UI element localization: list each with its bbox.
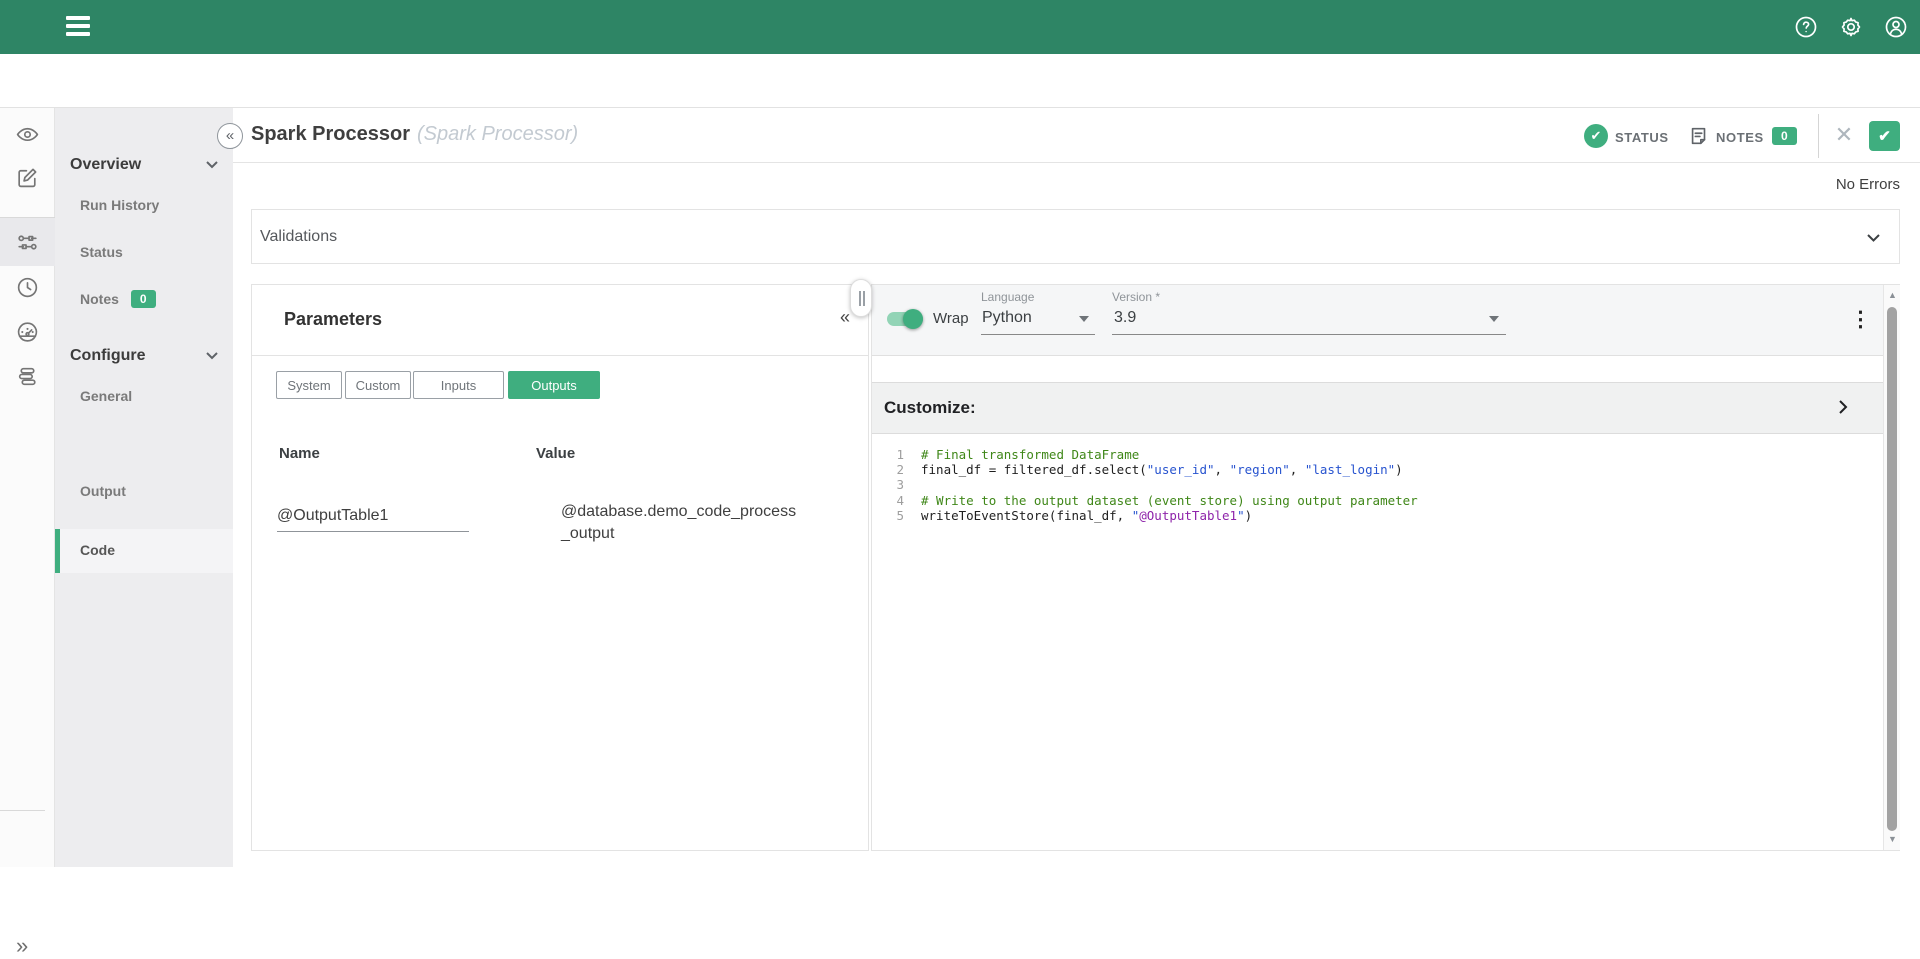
expand-sidebar-icon[interactable]: » bbox=[16, 933, 28, 959]
tab-custom[interactable]: Custom bbox=[345, 371, 411, 399]
chevron-right-icon[interactable] bbox=[1838, 399, 1848, 415]
edit-icon[interactable] bbox=[15, 165, 40, 190]
config-nav-panel: Overview Run History Status Notes0 Confi… bbox=[55, 108, 233, 867]
chevron-down-icon[interactable] bbox=[1866, 233, 1881, 243]
parameter-value: @database.demo_code_process_output bbox=[561, 501, 801, 545]
version-label: Version * bbox=[1112, 290, 1160, 304]
notes-count-badge: 0 bbox=[131, 290, 156, 308]
customize-row[interactable]: Customize: bbox=[872, 382, 1899, 434]
processor-title-placeholder: (Spark Processor) bbox=[417, 123, 578, 146]
column-header-value: Value bbox=[536, 445, 575, 462]
editor-settings-bar: Wrap Language Python Version * 3.9 ⋮ bbox=[872, 285, 1899, 356]
code-editor-panel: Wrap Language Python Version * 3.9 ⋮ Cus… bbox=[871, 284, 1900, 851]
nav-item-status[interactable]: Status bbox=[80, 244, 123, 260]
gauge-icon[interactable] bbox=[15, 319, 40, 344]
panel-splitter-handle[interactable] bbox=[850, 279, 872, 317]
settings-gear-icon[interactable] bbox=[1839, 15, 1863, 39]
chevron-down-icon[interactable] bbox=[205, 160, 219, 169]
status-label[interactable]: STATUS bbox=[1615, 130, 1669, 145]
menu-icon[interactable] bbox=[66, 16, 90, 38]
icon-rail: » bbox=[0, 108, 55, 867]
scrollbar-thumb[interactable] bbox=[1887, 307, 1897, 831]
column-header-name: Name bbox=[279, 445, 320, 462]
validations-panel[interactable]: Validations bbox=[251, 209, 1900, 264]
customize-label: Customize: bbox=[884, 398, 976, 418]
chevron-down-icon[interactable] bbox=[205, 351, 219, 360]
parameter-name-input[interactable] bbox=[277, 507, 469, 532]
parameters-header: Parameters « bbox=[252, 285, 868, 356]
nav-item-code[interactable]: Code bbox=[55, 529, 233, 573]
scroll-up-arrow-icon[interactable]: ▲ bbox=[1884, 287, 1901, 304]
back-button[interactable]: « bbox=[217, 123, 243, 149]
nav-item-run-history[interactable]: Run History bbox=[80, 197, 159, 213]
nav-item-notes[interactable]: Notes0 bbox=[80, 290, 156, 308]
validations-label: Validations bbox=[260, 228, 337, 246]
notes-header-badge: 0 bbox=[1772, 127, 1797, 145]
wrap-label: Wrap bbox=[933, 310, 969, 327]
language-underline bbox=[981, 334, 1095, 335]
no-errors-status: No Errors bbox=[1700, 176, 1900, 193]
version-select[interactable]: 3.9 bbox=[1114, 309, 1136, 327]
editor-vertical-scrollbar[interactable]: ▲ ▼ bbox=[1883, 285, 1900, 850]
view-eye-icon[interactable] bbox=[15, 122, 40, 147]
processor-title: Spark Processor bbox=[251, 123, 410, 146]
language-dropdown-arrow-icon[interactable] bbox=[1079, 316, 1089, 322]
history-clock-icon[interactable] bbox=[15, 275, 40, 300]
tab-outputs[interactable]: Outputs bbox=[508, 371, 600, 399]
nav-item-output[interactable]: Output bbox=[80, 483, 126, 499]
header-divider bbox=[1818, 114, 1819, 158]
wrap-toggle[interactable] bbox=[887, 307, 923, 331]
confirm-check-button[interactable]: ✔ bbox=[1869, 121, 1900, 151]
version-underline bbox=[1112, 334, 1506, 335]
collapse-panel-icon[interactable]: « bbox=[840, 307, 850, 328]
workflow-toolbar: Demo_Code_Process Development Workflow I… bbox=[0, 54, 1920, 108]
notes-icon bbox=[1688, 125, 1710, 147]
status-check-icon: ✔ bbox=[1584, 124, 1608, 148]
parameters-panel: Parameters « System Custom Inputs Output… bbox=[251, 284, 869, 851]
version-dropdown-arrow-icon[interactable] bbox=[1489, 316, 1499, 322]
stack-layers-icon[interactable] bbox=[15, 364, 40, 389]
notes-label[interactable]: NOTES bbox=[1716, 130, 1764, 145]
language-label: Language bbox=[981, 290, 1034, 304]
nav-item-general[interactable]: General bbox=[80, 388, 132, 404]
pipeline-icon[interactable] bbox=[15, 230, 40, 255]
account-icon[interactable] bbox=[1884, 15, 1908, 39]
app-top-bar bbox=[0, 0, 1920, 54]
close-icon[interactable]: ✕ bbox=[1832, 124, 1856, 148]
help-icon[interactable] bbox=[1794, 15, 1818, 39]
code-lines[interactable]: 1# Final transformed DataFrame2final_df … bbox=[872, 434, 1882, 850]
tab-inputs[interactable]: Inputs bbox=[413, 371, 504, 399]
parameters-title: Parameters bbox=[284, 309, 382, 330]
scroll-down-arrow-icon[interactable]: ▼ bbox=[1884, 831, 1901, 848]
language-select[interactable]: Python bbox=[982, 309, 1032, 327]
more-options-kebab-icon[interactable]: ⋮ bbox=[1850, 307, 1871, 333]
nav-section-configure[interactable]: Configure bbox=[70, 347, 146, 365]
nav-section-overview[interactable]: Overview bbox=[70, 156, 141, 174]
tab-system[interactable]: System bbox=[276, 371, 342, 399]
